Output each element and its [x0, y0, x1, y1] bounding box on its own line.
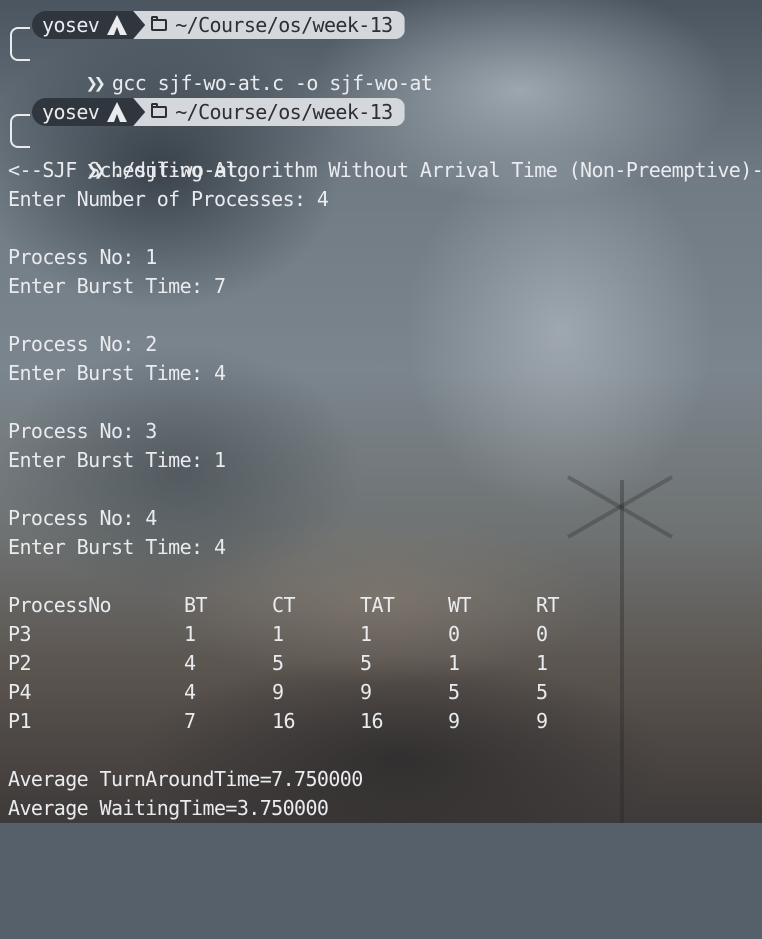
table-header-cell: RT [536, 593, 559, 617]
table-cell: 16 [360, 709, 383, 733]
table-cell: 4 [184, 651, 196, 675]
table-row: P1 7 16 16 9 9 [8, 707, 548, 736]
prompt-path: ~/Course/os/week-13 [175, 13, 393, 37]
table-header-cell: WT [448, 593, 471, 617]
command-text: gcc sjf-wo-at.c -o sjf-wo-at [111, 71, 433, 95]
table-cell: P3 [8, 622, 31, 646]
output-process-no: Process No: 1 [8, 245, 157, 269]
output-average-wt: Average WaitingTime=3.750000 [8, 796, 329, 820]
table-cell: 9 [360, 680, 372, 704]
table-header-cell: BT [184, 593, 207, 617]
powerline-separator-icon [133, 11, 146, 39]
terminal-window[interactable]: yosev ~/Course/os/week-13 ❯❯ gcc sjf-wo-a… [0, 0, 762, 823]
table-cell: 9 [272, 680, 284, 704]
prompt-segment: yosev ~/Course/os/week-13 [32, 11, 405, 39]
output-burst-time: Enter Burst Time: 4 [8, 361, 226, 385]
prompt-path: ~/Course/os/week-13 [175, 100, 393, 124]
table-cell: 5 [360, 651, 372, 675]
table-cell: 4 [184, 680, 196, 704]
arch-linux-icon [107, 102, 128, 122]
table-cell: 1 [448, 651, 460, 675]
folder-icon [151, 103, 168, 118]
table-cell: 5 [448, 680, 460, 704]
prompt-bracket [10, 114, 30, 148]
prompt-bracket [10, 27, 30, 61]
prompt-path-segment: ~/Course/os/week-13 [133, 11, 405, 39]
output-process-no: Process No: 2 [8, 332, 157, 356]
output-average-tat: Average TurnAroundTime=7.750000 [8, 767, 363, 791]
prompt-chevron-icon: ❯❯ [85, 71, 106, 95]
arch-linux-icon [107, 15, 128, 35]
table-header-cell: ProcessNo [8, 593, 112, 617]
powerline-separator-icon [133, 98, 146, 126]
table-header-cell: CT [272, 593, 295, 617]
table-cell: 1 [272, 622, 284, 646]
prompt-segment: yosev ~/Course/os/week-13 [32, 98, 405, 126]
prompt-user-segment: yosev [32, 98, 134, 126]
table-cell: 0 [448, 622, 460, 646]
table-cell: 9 [536, 709, 548, 733]
table-cell: 9 [448, 709, 460, 733]
table-row: P3 1 1 1 0 0 [8, 620, 548, 649]
table-row: P2 4 5 5 1 1 [8, 649, 548, 678]
output-title: <--SJF Scheduling Algorithm Without Arri… [8, 158, 762, 182]
output-process-no: Process No: 4 [8, 506, 157, 530]
table-cell: P2 [8, 651, 31, 675]
prompt-path-segment: ~/Course/os/week-13 [133, 98, 405, 126]
table-cell: 7 [184, 709, 196, 733]
output-burst-time: Enter Burst Time: 1 [8, 448, 226, 472]
table-cell: P1 [8, 709, 31, 733]
table-cell: 5 [272, 651, 284, 675]
prompt-username: yosev [42, 100, 100, 124]
command-line: ❯❯ gcc sjf-wo-at.c -o sjf-wo-at [40, 40, 433, 95]
prompt-username: yosev [42, 13, 100, 37]
table-cell: 1 [360, 622, 372, 646]
command-line: ❯❯ ./sjf-wo-at [40, 127, 239, 182]
output-burst-time: Enter Burst Time: 4 [8, 535, 226, 559]
table-cell: 5 [536, 680, 548, 704]
table-header-row: ProcessNo BT CT TAT WT RT [8, 591, 559, 620]
output-process-no: Process No: 3 [8, 419, 157, 443]
table-cell: P4 [8, 680, 31, 704]
table-header-cell: TAT [360, 593, 395, 617]
output-num-processes: Enter Number of Processes: 4 [8, 187, 329, 211]
table-cell: 1 [536, 651, 548, 675]
output-burst-time: Enter Burst Time: 7 [8, 274, 226, 298]
table-row: P4 4 9 9 5 5 [8, 678, 548, 707]
folder-icon [151, 16, 168, 31]
table-cell: 16 [272, 709, 295, 733]
table-cell: 0 [536, 622, 548, 646]
table-cell: 1 [184, 622, 196, 646]
prompt-user-segment: yosev [32, 11, 134, 39]
